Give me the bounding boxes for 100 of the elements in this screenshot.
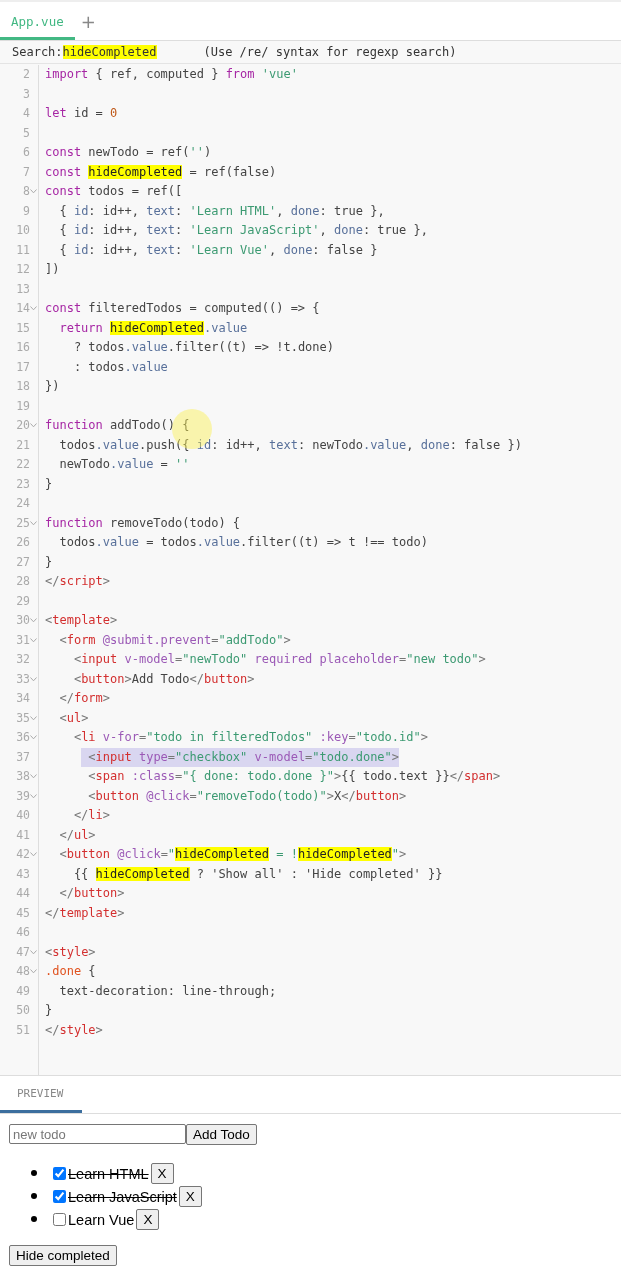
line-number: 13 [16, 280, 30, 298]
line-number: 32 [16, 651, 30, 668]
line-number: 35 [16, 709, 30, 727]
fold-chevron-icon[interactable] [30, 306, 37, 311]
line-number: 9 [23, 202, 30, 220]
line-number: 51 [16, 1021, 30, 1039]
fold-chevron-icon[interactable] [30, 676, 37, 682]
code-line: newTodo.value = '' [58, 456, 190, 473]
code-line: import { ref, computed } from 'vue' [45, 66, 298, 83]
fold-chevron-icon[interactable] [30, 637, 37, 643]
add-tab-button[interactable]: + [74, 10, 102, 32]
todo-checkbox[interactable] [53, 1213, 66, 1226]
code-line: <form @submit.prevent="addTodo"> [58, 631, 291, 649]
code-line: </template> [45, 904, 125, 922]
line-number: 34 [16, 690, 30, 707]
code-line: <span :class="{ done: todo.done }">{{ todo.text }}</span> [87, 768, 501, 785]
code-line: <style> [45, 943, 96, 961]
fold-chevron-icon[interactable] [30, 618, 37, 623]
search-label: Search: [12, 45, 63, 59]
fold-chevron-icon[interactable] [30, 715, 37, 721]
code-line: </form> [58, 690, 111, 707]
line-number: 40 [16, 807, 30, 824]
remove-button[interactable]: X [136, 1209, 160, 1230]
bullet-icon [31, 1193, 37, 1199]
fold-chevron-icon[interactable] [30, 735, 37, 740]
line-number: 43 [16, 865, 30, 883]
fold-chevron-icon[interactable] [30, 774, 37, 779]
code-line: ]) [45, 261, 60, 278]
todo-checkbox[interactable] [53, 1190, 66, 1203]
line-number: 37 [16, 748, 30, 766]
line-number: 3 [23, 85, 30, 103]
fold-chevron-icon[interactable] [30, 423, 37, 428]
line-number: 11 [16, 241, 30, 259]
line-number: 41 [16, 826, 30, 844]
line-number: 46 [16, 924, 30, 941]
code-line: <button @click="hideCompleted = !hideCompleted"> [58, 846, 407, 863]
search-hint: (Use /re/ syntax for regexp search) [203, 45, 457, 59]
code-line: const todos = ref([ [45, 183, 183, 200]
line-number: 48 [16, 963, 30, 980]
line-number: 44 [16, 885, 30, 902]
line-number: 10 [16, 222, 30, 239]
code-line: </script> [45, 573, 111, 590]
line-number: 31 [16, 631, 30, 649]
code-line: <button>Add Todo</button> [72, 670, 255, 688]
code-line: text-decoration: line-through; [58, 982, 277, 1000]
todo-text: Learn Vue [68, 1211, 135, 1228]
fold-chevron-icon[interactable] [30, 852, 37, 857]
fold-chevron-icon[interactable] [30, 793, 37, 799]
line-number: 19 [16, 397, 30, 415]
line-number: 47 [16, 943, 30, 961]
line-number: 7 [23, 163, 30, 181]
line-number: 15 [16, 319, 30, 337]
code-line: </li> [72, 807, 111, 824]
code-line: const filteredTodos = computed(() => { [45, 300, 320, 317]
todo-text: Learn JavaScript [68, 1188, 177, 1205]
code-line: ? todos.value.filter((t) => !t.done) [72, 339, 334, 356]
fold-chevron-icon[interactable] [30, 189, 37, 194]
code-line: </button> [58, 885, 125, 902]
preview-tab[interactable]: PREVIEW [0, 1076, 82, 1113]
fold-chevron-icon[interactable] [30, 520, 37, 526]
code-line: const hideCompleted = ref(false) [45, 163, 277, 181]
fold-chevron-icon[interactable] [30, 949, 37, 955]
remove-button[interactable]: X [150, 1163, 174, 1184]
code-line: { id: id++, text: 'Learn JavaScript', done: true }, [58, 222, 428, 239]
line-number: 18 [16, 378, 30, 395]
line-number: 20 [16, 417, 30, 434]
line-number: 25 [16, 514, 30, 532]
line-number: 4 [23, 105, 30, 122]
code-line: : todos.value [72, 358, 168, 376]
code-line: } [45, 553, 53, 571]
new-todo-input[interactable]: new todo [9, 1124, 186, 1144]
line-number: 49 [16, 982, 30, 1000]
code-line: { id: id++, text: 'Learn HTML', done: true }, [58, 202, 385, 220]
code-line: </ul> [58, 826, 96, 844]
remove-button[interactable]: X [178, 1186, 202, 1207]
line-number: 50 [16, 1002, 30, 1019]
line-number: 16 [16, 339, 30, 356]
bullet-icon [31, 1170, 37, 1176]
code-line: <template> [45, 612, 118, 629]
line-number: 36 [16, 729, 30, 746]
line-number: 42 [16, 846, 30, 863]
add-todo-button[interactable]: Add Todo [186, 1124, 257, 1145]
line-number: 45 [16, 904, 30, 922]
code-line: <button @click="removeTodo(todo)">X</button> [87, 787, 407, 805]
line-number: 12 [16, 261, 30, 278]
fold-chevron-icon[interactable] [30, 969, 37, 974]
code-line: } [45, 1002, 53, 1019]
line-number: 2 [23, 66, 30, 83]
code-line: function removeTodo(todo) { [45, 514, 241, 532]
line-number: 39 [16, 787, 30, 805]
search-field[interactable]: hideCompleted [62, 45, 157, 59]
line-number: 5 [23, 124, 30, 142]
code-line: }) [45, 378, 60, 395]
code-line: <ul> [58, 709, 89, 727]
line-number: 17 [16, 358, 30, 376]
todo-text: Learn HTML [68, 1165, 149, 1182]
hide-completed-button[interactable]: Hide completed [9, 1245, 117, 1266]
code-line: function addTodo() { [45, 417, 190, 434]
line-number: 29 [16, 592, 30, 610]
todo-checkbox[interactable] [53, 1167, 66, 1180]
